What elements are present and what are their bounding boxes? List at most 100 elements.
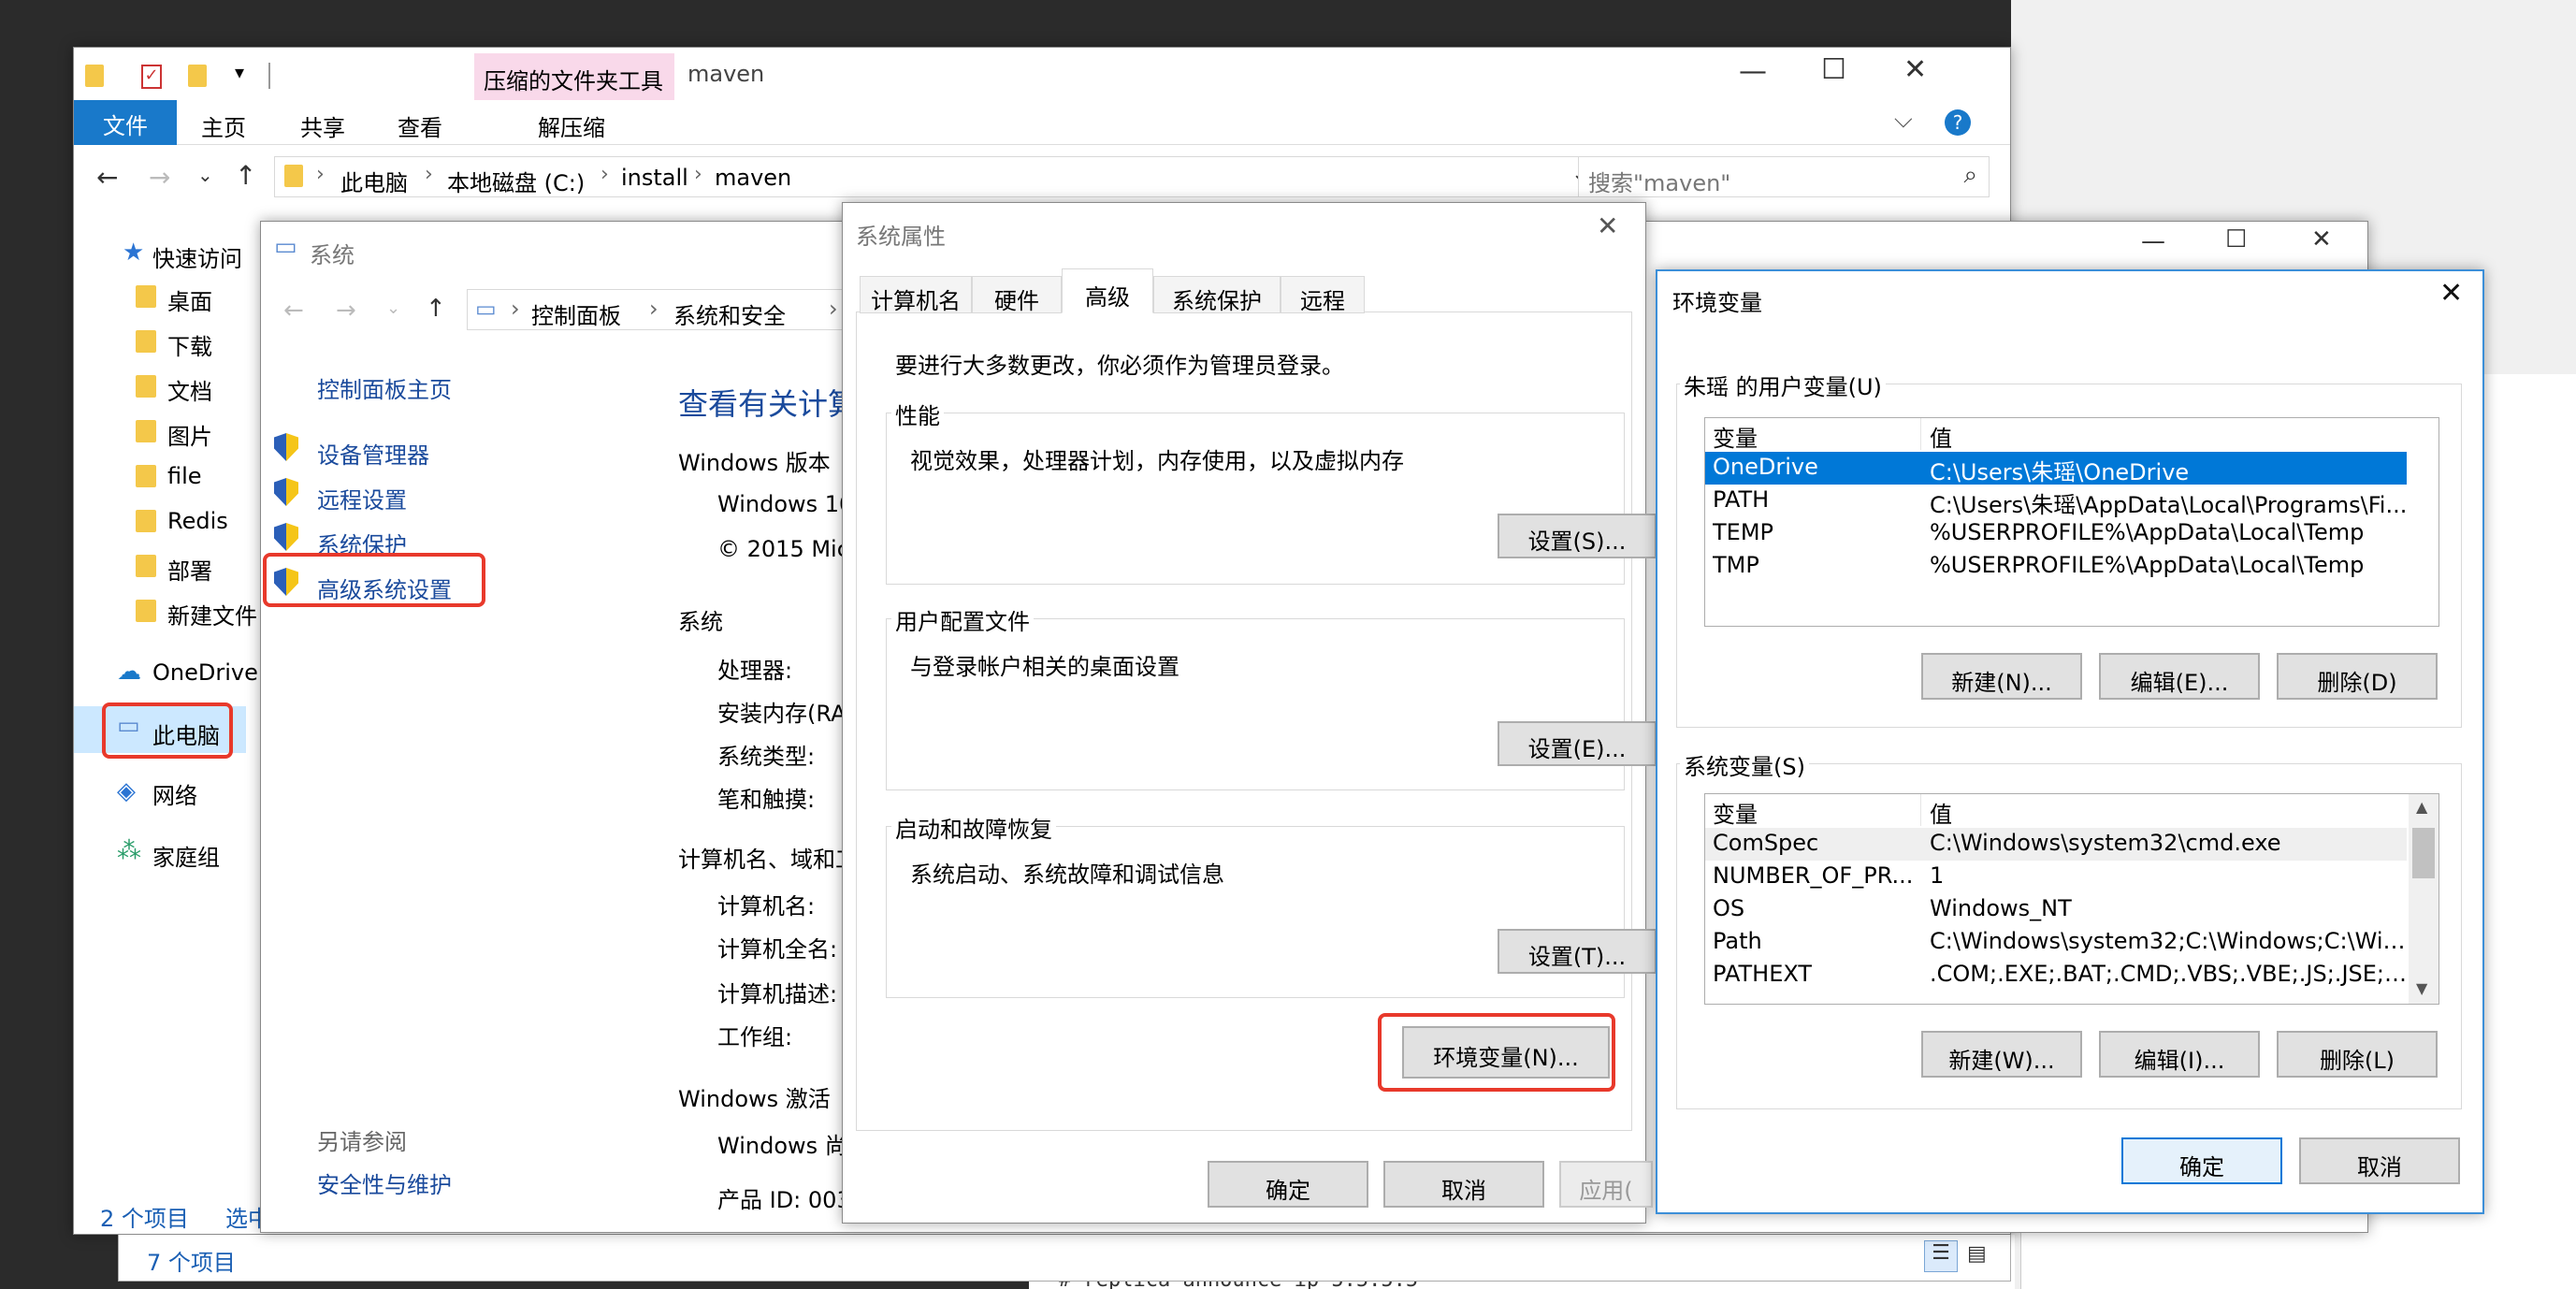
nav-documents[interactable]: 文档	[167, 373, 212, 406]
back-icon[interactable]: ←	[283, 297, 304, 325]
help-icon[interactable]: ?	[1945, 109, 1971, 136]
table-row[interactable]: TEMP %USERPROFILE%\AppData\Local\Temp	[1705, 517, 2439, 550]
env-ok-button[interactable]: 确定	[2121, 1137, 2282, 1184]
ok-button[interactable]: 确定	[1208, 1161, 1368, 1208]
recent-locations-icon[interactable]: ⌄	[197, 164, 213, 186]
scroll-up-icon[interactable]: ▲	[2416, 798, 2427, 816]
user-new-button[interactable]: 新建(N)...	[1921, 653, 2082, 700]
system-vars-table[interactable]: 变量 值 ComSpec C:\Windows\system32\cmd.exe…	[1704, 793, 2439, 1005]
search-field[interactable]: 搜索"maven" ⌕	[1578, 156, 1990, 197]
tiles-view-icon[interactable]: ▤	[1967, 1242, 1987, 1266]
nav-homegroup[interactable]: 家庭组	[152, 839, 220, 872]
link-control-panel-home[interactable]: 控制面板主页	[317, 371, 452, 404]
customize-toolbar-icon[interactable]: ▾	[235, 61, 244, 83]
startup-recovery-settings-button[interactable]: 设置(T)...	[1498, 929, 1657, 974]
table-row[interactable]: OS Windows_NT	[1705, 893, 2407, 926]
nav-network[interactable]: 网络	[152, 777, 197, 810]
new-folder-icon[interactable]	[188, 65, 207, 87]
toolbar-divider	[268, 63, 270, 89]
tab-share[interactable]: 共享	[300, 109, 345, 142]
tab-file[interactable]: 文件	[74, 100, 177, 145]
breadcrumb-system-security[interactable]: 系统和安全	[673, 297, 786, 330]
address-bar[interactable]: 此电脑 本地磁盘 (C:) install maven › › › › ⌄ ↻	[274, 156, 1632, 197]
minimize-icon[interactable]: —	[2141, 227, 2165, 255]
chevron-right-icon: ›	[649, 296, 658, 322]
nav-quick-access[interactable]: 快速访问	[152, 240, 242, 273]
user-vars-header: 变量 值	[1705, 418, 2439, 453]
breadcrumb-this-pc[interactable]: 此电脑	[340, 165, 408, 197]
system-properties-dialog: 系统属性 ✕ 计算机名 硬件 高级 系统保护 远程 要进行大多数更改，你必须作为…	[842, 202, 1657, 1224]
cancel-button[interactable]: 取消	[1383, 1161, 1544, 1208]
back-icon[interactable]: ←	[96, 162, 118, 193]
scroll-thumb[interactable]	[2412, 828, 2435, 878]
tab-advanced[interactable]: 高级	[1062, 268, 1153, 313]
apply-button[interactable]: 应用(	[1559, 1161, 1653, 1208]
table-row[interactable]: PATHEXT .COM;.EXE;.BAT;.CMD;.VBS;.VBE;.J…	[1705, 959, 2407, 992]
close-icon[interactable]: ✕	[1597, 210, 1618, 241]
forward-icon[interactable]: →	[336, 297, 356, 325]
table-row[interactable]: Path C:\Windows\system32;C:\Windows;C:\W…	[1705, 926, 2407, 959]
table-row[interactable]: TMP %USERPROFILE%\AppData\Local\Temp	[1705, 550, 2439, 583]
forward-icon[interactable]: →	[149, 162, 170, 193]
nav-downloads[interactable]: 下载	[167, 328, 212, 361]
folder-icon	[136, 600, 156, 622]
nav-pictures[interactable]: 图片	[167, 418, 212, 451]
maximize-icon[interactable]: ☐	[1821, 53, 1846, 86]
breadcrumb-control-panel[interactable]: 控制面板	[531, 297, 621, 330]
properties-icon[interactable]: ✓	[141, 65, 162, 89]
user-vars-table[interactable]: 变量 值 OneDrive C:\Users\朱瑶\OneDrive PATH …	[1704, 417, 2439, 627]
close-icon[interactable]: ✕	[2439, 277, 2463, 310]
tab-computer-name[interactable]: 计算机名	[860, 276, 972, 314]
tab-remote[interactable]: 远程	[1281, 276, 1365, 314]
tab-view[interactable]: 查看	[398, 109, 442, 142]
breadcrumb-drive-c[interactable]: 本地磁盘 (C:)	[447, 165, 585, 197]
scroll-down-icon[interactable]: ▼	[2416, 979, 2427, 997]
tab-home[interactable]: 主页	[201, 109, 246, 142]
var-value: Windows_NT	[1930, 895, 2072, 921]
details-view-icon[interactable]: ☰	[1924, 1240, 1958, 1272]
system-edit-button[interactable]: 编辑(I)...	[2099, 1031, 2260, 1078]
user-delete-button[interactable]: 删除(D)	[2277, 653, 2438, 700]
up-icon[interactable]: ↑	[235, 160, 256, 191]
col-value[interactable]: 值	[1930, 420, 1952, 453]
performance-group	[886, 413, 1625, 585]
tab-hardware[interactable]: 硬件	[972, 276, 1062, 314]
env-cancel-button[interactable]: 取消	[2299, 1137, 2460, 1184]
minimize-icon[interactable]: —	[1739, 55, 1767, 88]
vertical-scrollbar[interactable]: ▲ ▼	[2409, 794, 2439, 1004]
nav-onedrive[interactable]: OneDrive	[152, 659, 258, 686]
breadcrumb-install[interactable]: install	[621, 165, 688, 191]
recent-locations-icon[interactable]: ⌄	[386, 298, 400, 318]
col-variable[interactable]: 变量	[1713, 796, 1758, 829]
system-delete-button[interactable]: 删除(L)	[2277, 1031, 2438, 1078]
startup-recovery-title: 启动和故障恢复	[891, 811, 1056, 844]
search-box[interactable]	[1574, 156, 1575, 197]
close-icon[interactable]: ✕	[2311, 225, 2332, 253]
close-icon[interactable]: ✕	[1903, 53, 1927, 86]
table-row[interactable]: PATH C:\Users\朱瑶\AppData\Local\Programs\…	[1705, 485, 2439, 518]
expand-ribbon-icon[interactable]: ⌵	[1894, 106, 1913, 135]
link-remote-settings[interactable]: 远程设置	[317, 482, 407, 514]
nav-redis[interactable]: Redis	[167, 508, 228, 534]
table-row[interactable]: ComSpec C:\Windows\system32\cmd.exe	[1705, 828, 2407, 861]
nav-file[interactable]: file	[167, 463, 202, 489]
var-name: TEMP	[1713, 519, 1774, 545]
breadcrumb-maven[interactable]: maven	[715, 165, 791, 191]
window-title: maven	[687, 61, 765, 87]
nav-deploy[interactable]: 部署	[167, 553, 212, 586]
maximize-icon[interactable]: ☐	[2225, 225, 2247, 253]
col-value[interactable]: 值	[1930, 796, 1952, 829]
up-icon[interactable]: ↑	[426, 295, 446, 323]
link-security-maintenance[interactable]: 安全性与维护	[317, 1166, 452, 1199]
performance-settings-button[interactable]: 设置(S)...	[1498, 514, 1657, 558]
user-profiles-settings-button[interactable]: 设置(E)...	[1498, 721, 1657, 766]
link-device-manager[interactable]: 设备管理器	[317, 437, 429, 470]
tab-extract[interactable]: 解压缩	[538, 109, 605, 142]
table-row[interactable]: NUMBER_OF_PR... 1	[1705, 861, 2407, 893]
system-new-button[interactable]: 新建(W)...	[1921, 1031, 2082, 1078]
col-variable[interactable]: 变量	[1713, 420, 1758, 453]
user-edit-button[interactable]: 编辑(E)...	[2099, 653, 2260, 700]
table-row[interactable]: OneDrive C:\Users\朱瑶\OneDrive	[1705, 452, 2407, 485]
tab-system-protection[interactable]: 系统保护	[1153, 276, 1281, 314]
nav-desktop[interactable]: 桌面	[167, 283, 212, 316]
